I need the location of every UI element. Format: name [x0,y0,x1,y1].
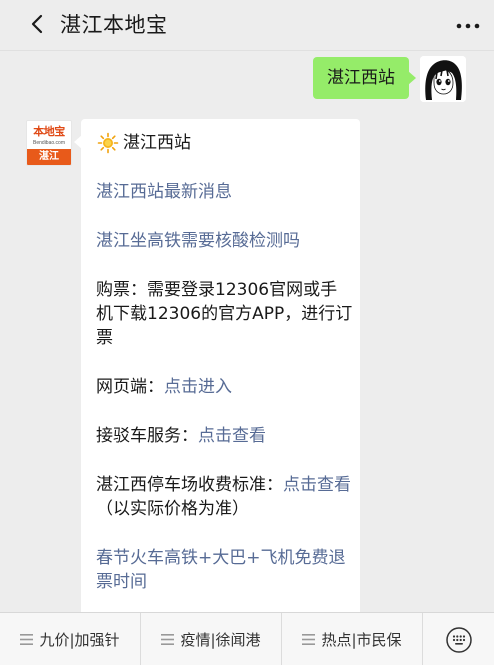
menu-item-label: 疫情|徐闻港 [180,631,261,649]
message-item: 湛江西站最新消息 [96,180,354,204]
menu-item-label: 热点|市民保 [321,631,402,649]
web-enter-link[interactable]: 点击进入 [164,377,232,397]
sun-icon [97,132,119,154]
top-bar: 湛江本地宝 [0,0,494,51]
covid-test-link[interactable]: 湛江坐高铁需要核酸检测吗 [96,231,300,251]
official-account-avatar[interactable]: 本地宝 Bendibao.com 湛江 [26,120,72,166]
menu-item-hotspot[interactable]: 热点|市民保 [282,613,423,665]
menu-item-epidemic[interactable]: 疫情|徐闻港 [141,613,282,665]
page-title: 湛江本地宝 [60,13,168,37]
parking-note: （以实际价格为准） [96,499,249,519]
web-label: 网页端： [96,377,164,397]
menu-item-label: 九价|加强针 [39,631,120,649]
message-item: 接驳车服务：点击查看 [96,424,354,448]
ellipsis-icon[interactable] [456,23,480,29]
message-item: 湛江西停车场收费标准：点击查看 （以实际价格为准） [96,473,354,521]
menu-lines-icon [302,634,316,645]
shuttle-view-link[interactable]: 点击查看 [198,426,266,446]
city-label: 湛江 [27,149,71,165]
message-item: 网页端：点击进入 [96,375,354,399]
parking-label: 湛江西停车场收费标准： [96,475,283,495]
message-content: 湛江西站 湛江西站最新消息 湛江坐高铁需要核酸检测吗 购票：需要登录12306官… [96,131,354,594]
menu-lines-icon [161,634,175,645]
ticket-info-text: 购票：需要登录12306官网或手机下载12306的官方APP，进行订票 [96,280,353,348]
bottom-menu-bar: 九价|加强针 疫情|徐闻港 热点|市民保 [0,612,494,665]
bendibao-logo: 本地宝 Bendibao.com [27,121,71,149]
parking-view-link[interactable]: 点击查看 [283,475,351,495]
message-item: 春节火车高铁+大巴+飞机免费退票时间 [96,546,354,594]
incoming-message-bubble: 湛江西站 湛江西站最新消息 湛江坐高铁需要核酸检测吗 购票：需要登录12306官… [74,119,360,619]
chevron-left-icon[interactable] [28,13,48,35]
message-item: 购票：需要登录12306官网或手机下载12306的官方APP，进行订票 [96,278,354,350]
refund-time-link[interactable]: 春节火车高铁+大巴+飞机免费退票时间 [96,548,346,592]
keyboard-button[interactable] [423,613,494,665]
shuttle-label: 接驳车服务： [96,426,198,446]
message-heading: 湛江西站 [96,131,354,155]
user-avatar-drawing [420,56,466,102]
keyboard-icon [445,626,472,653]
message-heading-text: 湛江西站 [123,133,191,153]
outgoing-message-bubble[interactable]: 湛江西站 [313,57,416,99]
user-avatar[interactable] [420,56,466,102]
message-item: 湛江坐高铁需要核酸检测吗 [96,229,354,253]
menu-lines-icon [20,634,34,645]
station-news-link[interactable]: 湛江西站最新消息 [96,182,232,202]
outgoing-message-text: 湛江西站 [327,68,395,88]
menu-item-vaccine[interactable]: 九价|加强针 [0,613,141,665]
